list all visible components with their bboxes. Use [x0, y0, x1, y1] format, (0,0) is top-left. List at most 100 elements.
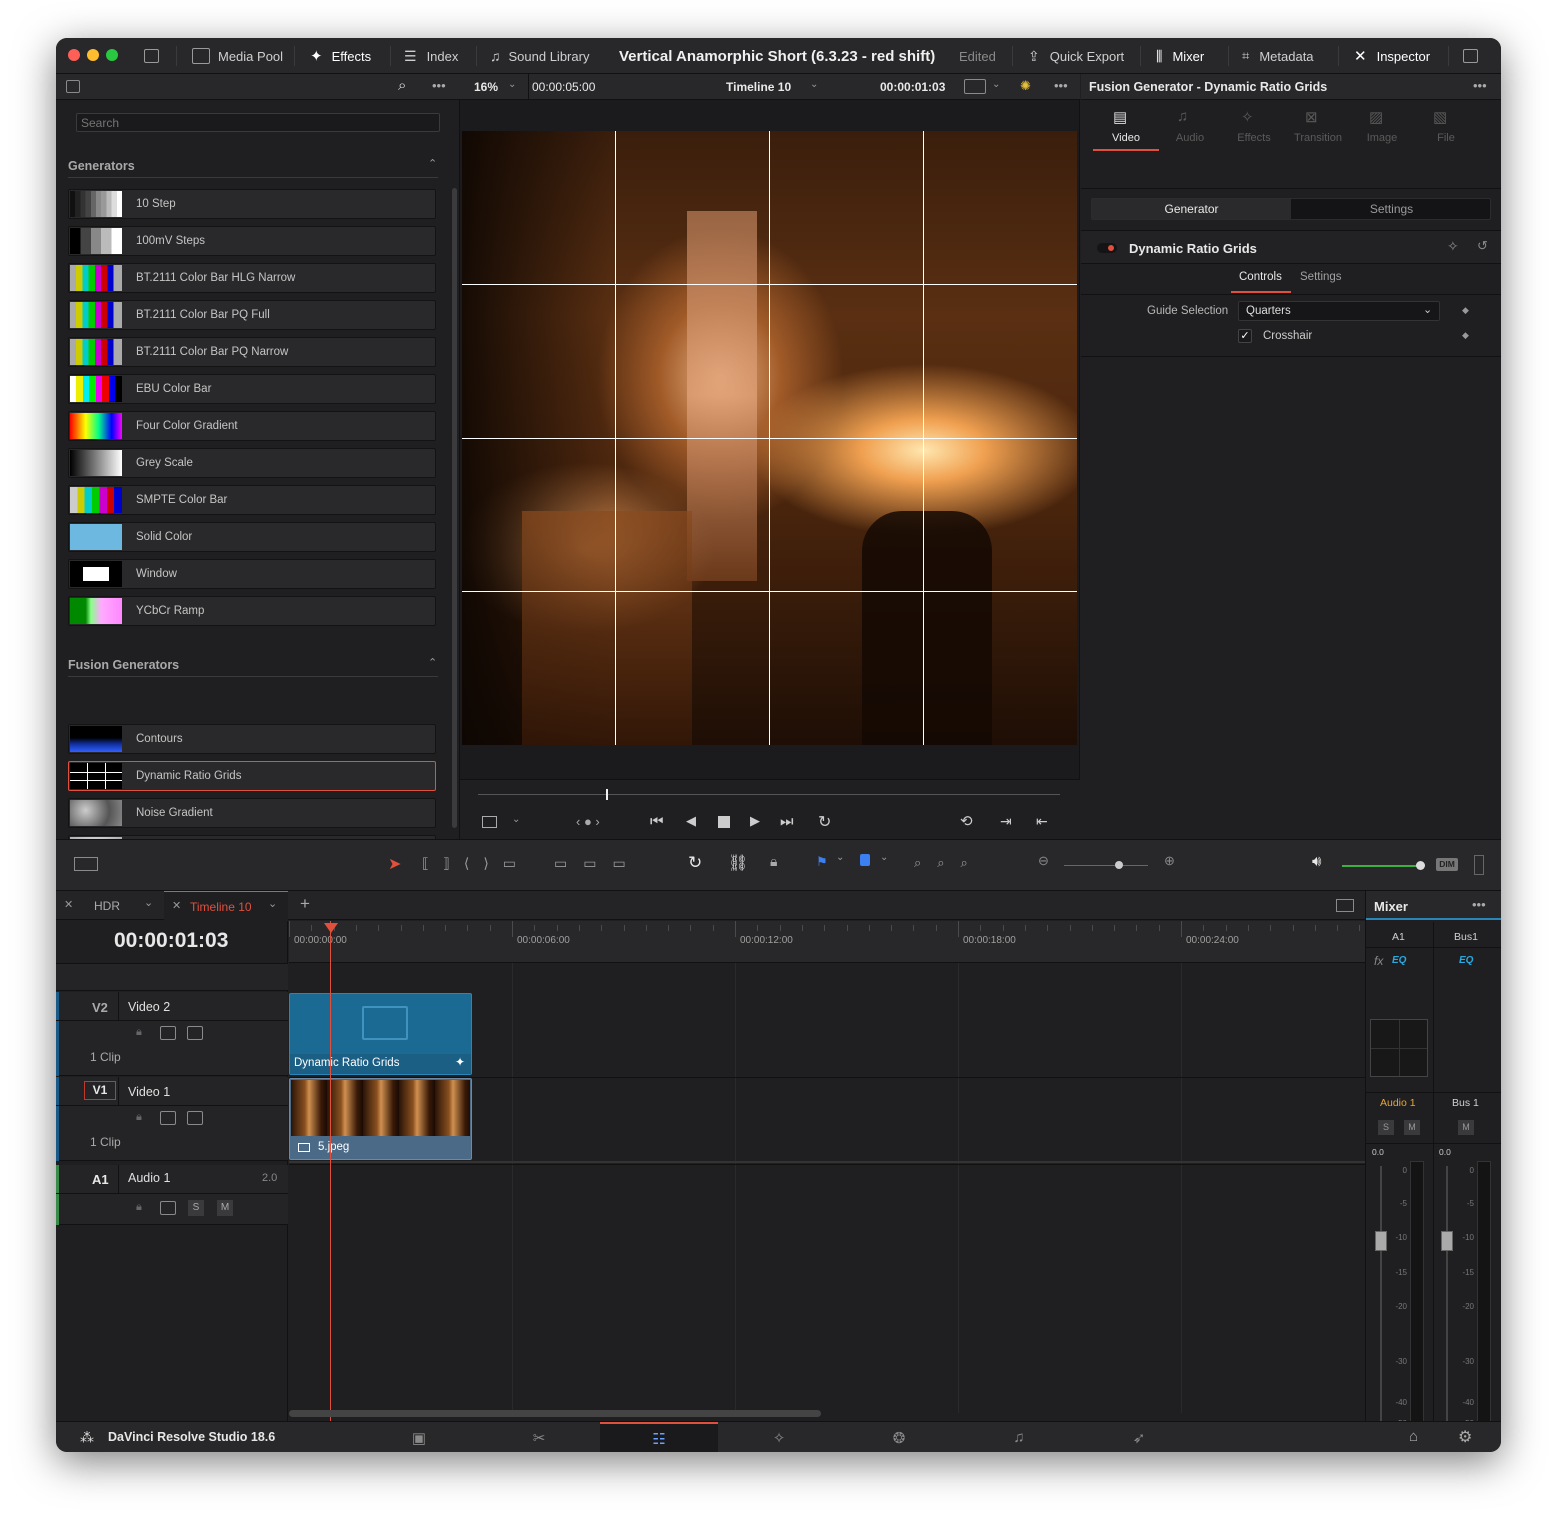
workspace-dropdown-icon[interactable] [144, 49, 159, 63]
timeline-ruler[interactable]: 00:00:00:00 00:00:06:00 00:00:12:00 00:00:1… [289, 921, 1365, 963]
auto-select-icon[interactable] [160, 1026, 176, 1040]
loop-icon[interactable]: ↻ [818, 812, 831, 832]
media-page-icon[interactable]: ▣ [360, 1422, 478, 1452]
viewer-timeline-name[interactable]: Timeline 10 [726, 80, 791, 94]
home-icon[interactable]: ⌂ [1409, 1428, 1418, 1445]
generator-item[interactable]: SMPTE Color Bar [68, 485, 436, 515]
settings-tab[interactable]: Settings [1300, 271, 1342, 283]
fusion-page-icon[interactable]: ✧ [720, 1422, 838, 1452]
chevron-down-icon[interactable]: ⌄ [508, 79, 516, 90]
minimize-window-button[interactable] [87, 49, 99, 61]
generator-item[interactable]: Solid Color [68, 522, 436, 552]
inspector-tab-audio[interactable]: Audio [1159, 132, 1221, 144]
effects-search-input[interactable] [76, 113, 440, 132]
fusion-edit-icon[interactable]: ✧ [1447, 238, 1459, 255]
add-timeline-icon[interactable]: + [300, 894, 310, 914]
generator-item[interactable]: Dynamic Ratio Grids [68, 761, 436, 791]
mixer-button[interactable]: ⫼ Mixer [1156, 38, 1204, 74]
clip-5-jpeg[interactable]: 5.jpeg [289, 1078, 472, 1160]
match-frame-icon[interactable]: ⟲ [960, 812, 973, 830]
zoom-out-icon[interactable]: ⊖ [1038, 853, 1049, 869]
fader-handle-a1[interactable] [1375, 1231, 1387, 1251]
generator-subtab[interactable]: Generator [1092, 199, 1291, 219]
selection-tool-icon[interactable]: ➤ [388, 854, 401, 874]
generator-item[interactable]: BT.2111 Color Bar HLG Narrow [68, 263, 436, 293]
playhead-marker[interactable] [324, 923, 338, 933]
generator-item[interactable]: BT.2111 Color Bar PQ Full [68, 300, 436, 330]
keyframe-icon[interactable]: ◆ [1462, 330, 1469, 341]
link-icon[interactable]: ⛓ [728, 853, 748, 873]
more-options-icon[interactable]: ••• [1473, 78, 1487, 93]
fx-button[interactable]: fx [1374, 954, 1383, 968]
collapse-chevron-icon[interactable]: ⌃ [428, 157, 437, 170]
chevron-down-icon[interactable]: ⌄ [836, 852, 844, 863]
timeline-panel-icon[interactable] [1336, 899, 1354, 912]
quick-export-button[interactable]: ⇪ Quick Export [1028, 38, 1124, 74]
timeline-playhead[interactable] [330, 921, 331, 1421]
mixer-solo-button[interactable]: S [1378, 1120, 1394, 1135]
generator-item[interactable]: 10 Step [68, 189, 436, 219]
media-pool-button[interactable]: Media Pool [192, 38, 283, 74]
eq-button[interactable]: EQ [1459, 955, 1473, 966]
inspector-tab-video[interactable]: Video [1095, 132, 1157, 144]
mixer-mute-button[interactable]: M [1404, 1120, 1420, 1135]
track-name[interactable]: Video 1 [128, 1085, 170, 1099]
sound-library-button[interactable]: ♫ Sound Library [490, 38, 589, 74]
mute-button[interactable]: M [217, 1200, 233, 1216]
hdr-tab[interactable]: HDR [94, 899, 120, 913]
reset-icon[interactable]: ↺ [1477, 238, 1488, 254]
track-enable-icon[interactable] [187, 1026, 203, 1040]
generator-item[interactable]: Grey Scale [68, 448, 436, 478]
inspector-button[interactable]: ✕ Inspector [1354, 38, 1430, 74]
effect-enable-toggle[interactable] [1097, 243, 1117, 253]
track-name[interactable]: Video 2 [128, 1000, 170, 1014]
close-window-button[interactable] [68, 49, 80, 61]
keyframe-icon[interactable]: ◆ [1462, 305, 1469, 316]
effects-button[interactable]: ✦ Effects [310, 38, 371, 74]
previous-edit-icon[interactable]: ⇤ [1036, 813, 1048, 830]
generator-item[interactable]: BT.2111 Color Bar PQ Narrow [68, 337, 436, 367]
dim-button[interactable]: DIM [1436, 858, 1458, 871]
stop-icon[interactable] [718, 816, 730, 828]
next-edit-icon[interactable]: ⇥ [1000, 813, 1012, 830]
lock-icon[interactable]: 🔒︎ [136, 1026, 142, 1039]
crosshair-checkbox[interactable]: ✓ [1238, 329, 1252, 343]
gear-icon[interactable]: ⚙ [1458, 1427, 1472, 1447]
marker-icon[interactable] [860, 854, 870, 866]
inspector-tab-transition[interactable]: Transition [1287, 132, 1349, 144]
snapping-icon[interactable]: ↻ [688, 853, 702, 873]
cut-page-icon[interactable]: ✂ [480, 1422, 598, 1452]
chevron-down-icon[interactable]: ⌄ [512, 814, 520, 825]
jump-start-icon[interactable]: ⏮ [650, 813, 664, 830]
eq-button[interactable]: EQ [1392, 955, 1406, 966]
volume-slider-handle[interactable] [1416, 861, 1425, 870]
timeline-track-area[interactable]: 00:00:00:00 00:00:06:00 00:00:12:00 00:00:1… [289, 921, 1365, 1421]
lock-icon[interactable]: 🔒︎ [770, 853, 777, 870]
close-tab-icon[interactable]: ✕ [64, 898, 73, 911]
metadata-button[interactable]: ⌗ Metadata [1242, 38, 1314, 74]
settings-subtab[interactable]: Settings [1292, 199, 1491, 219]
inspector-tab-image[interactable]: Image [1351, 132, 1413, 144]
scrubber-playhead[interactable] [606, 789, 609, 800]
generator-item[interactable]: YCbCr Ramp [68, 596, 436, 626]
generator-item[interactable]: EBU Color Bar [68, 374, 436, 404]
solo-button[interactable]: S [188, 1200, 204, 1216]
deliver-page-icon[interactable]: ➶ [1080, 1422, 1198, 1452]
sidebar-toggle-icon[interactable] [66, 80, 80, 93]
chevron-down-icon[interactable]: ⌄ [144, 896, 153, 909]
flag-icon[interactable]: ⚑ [816, 854, 828, 870]
volume-slider[interactable] [1342, 865, 1420, 867]
mixer-mute-button[interactable]: M [1458, 1120, 1474, 1135]
generator-item[interactable]: Window [68, 559, 436, 589]
reverse-play-icon[interactable]: ◀ [686, 813, 696, 829]
track-id[interactable]: V1 [84, 1081, 116, 1100]
edit-tools-icons[interactable]: ⟦⟧⟨⟩▭ [422, 855, 530, 872]
effects-scrollbar[interactable] [452, 188, 457, 828]
lock-icon[interactable]: 🔒︎ [136, 1111, 142, 1124]
viewer-options-icon[interactable] [964, 79, 986, 94]
generator-item[interactable]: 100mV Steps [68, 226, 436, 256]
color-tool-icon[interactable]: ✺ [1020, 78, 1031, 94]
index-button[interactable]: ☰ Index [404, 38, 458, 74]
crop-icon[interactable] [482, 816, 497, 828]
chevron-down-icon[interactable]: ⌄ [880, 852, 888, 863]
